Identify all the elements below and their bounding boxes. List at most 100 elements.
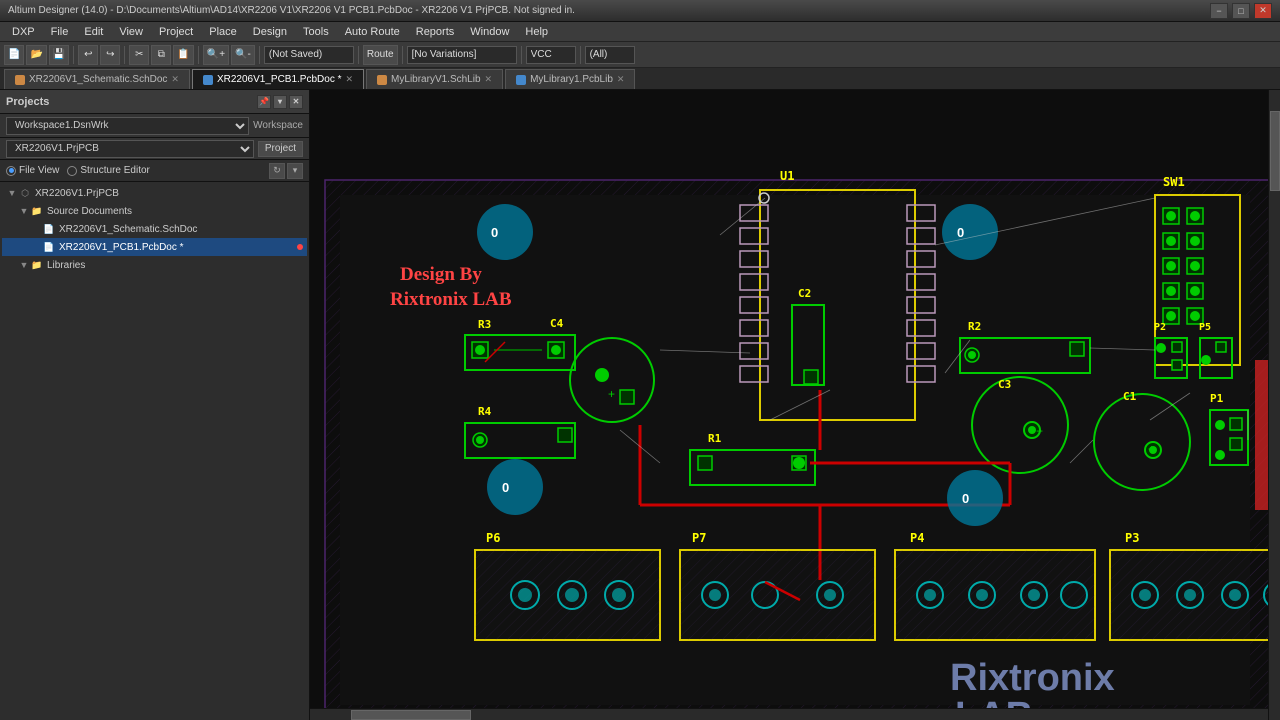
project-dropdown[interactable]: XR2206V1.PrjPCB bbox=[6, 140, 254, 158]
menu-view[interactable]: View bbox=[111, 25, 151, 39]
tabbar: XR2206V1_Schematic.SchDoc ✕ XR2206V1_PCB… bbox=[0, 68, 1280, 90]
toolbar-paste[interactable]: 📋 bbox=[173, 45, 193, 65]
canvas-inner: U1 bbox=[310, 90, 1268, 708]
variations-input[interactable] bbox=[407, 46, 517, 64]
menu-help[interactable]: Help bbox=[517, 25, 556, 39]
saved-status-input[interactable] bbox=[264, 46, 354, 64]
workspace-selector: Workspace1.DsnWrk Workspace bbox=[0, 114, 309, 138]
modified-indicator bbox=[297, 244, 303, 250]
toolbar-sep3 bbox=[198, 46, 199, 64]
panel-close-button[interactable]: ✕ bbox=[289, 95, 303, 109]
tab-label-schematic: XR2206V1_Schematic.SchDoc bbox=[29, 74, 167, 85]
all-filter-input[interactable] bbox=[585, 46, 635, 64]
workspace-dropdown[interactable]: Workspace1.DsnWrk bbox=[6, 117, 249, 135]
close-button[interactable]: ✕ bbox=[1254, 3, 1272, 19]
svg-text:+: + bbox=[1148, 442, 1155, 456]
toolbar: 📄 📂 💾 ↩ ↪ ✂ ⧉ 📋 🔍+ 🔍- Route bbox=[0, 42, 1280, 68]
panel-settings-button[interactable]: ▾ bbox=[273, 95, 287, 109]
menu-project[interactable]: Project bbox=[151, 25, 201, 39]
tree-expand-libs: ▼ bbox=[18, 260, 30, 270]
toolbar-save[interactable]: 💾 bbox=[49, 45, 69, 65]
menu-autoroute[interactable]: Auto Route bbox=[337, 25, 408, 39]
refresh-icon[interactable]: ↻ bbox=[269, 163, 285, 179]
svg-text:SW1: SW1 bbox=[1163, 175, 1185, 189]
svg-text:P2: P2 bbox=[1154, 322, 1166, 333]
menu-reports[interactable]: Reports bbox=[408, 25, 463, 39]
bottom-scrollbar[interactable] bbox=[310, 708, 1268, 720]
maximize-button[interactable]: □ bbox=[1232, 3, 1250, 19]
folder-icon-libraries: 📁 bbox=[30, 259, 44, 271]
panel-pin-button[interactable]: 📌 bbox=[257, 95, 271, 109]
right-scrollbar[interactable] bbox=[1268, 90, 1280, 720]
toolbar-new[interactable]: 📄 bbox=[4, 45, 24, 65]
menu-design[interactable]: Design bbox=[245, 25, 295, 39]
tree-item-schematic[interactable]: 📄 XR2206V1_Schematic.SchDoc bbox=[2, 220, 307, 238]
structure-editor-radio-dot bbox=[67, 166, 77, 176]
tab-schlib[interactable]: MyLibraryV1.SchLib ✕ bbox=[366, 69, 503, 89]
svg-text:0: 0 bbox=[491, 225, 498, 240]
projects-panel: Projects 📌 ▾ ✕ Workspace1.DsnWrk Workspa… bbox=[0, 90, 310, 720]
menubar: DXP File Edit View Project Place Design … bbox=[0, 22, 1280, 42]
tree-label-project: XR2206V1.PrjPCB bbox=[35, 188, 119, 199]
tree-item-project[interactable]: ▼ ⬡ XR2206V1.PrjPCB bbox=[2, 184, 307, 202]
menu-tools[interactable]: Tools bbox=[295, 25, 337, 39]
tree-label-source: Source Documents bbox=[47, 206, 132, 217]
panel-header: Projects 📌 ▾ ✕ bbox=[0, 90, 309, 114]
view-mode-bar: File View Structure Editor ↻ ▾ bbox=[0, 160, 309, 182]
toolbar-undo[interactable]: ↩ bbox=[78, 45, 98, 65]
menu-dxp[interactable]: DXP bbox=[4, 25, 43, 39]
project-icon: ⬡ bbox=[18, 187, 32, 199]
toolbar-redo[interactable]: ↪ bbox=[100, 45, 120, 65]
toolbar-open[interactable]: 📂 bbox=[26, 45, 46, 65]
svg-text:P7: P7 bbox=[692, 531, 706, 545]
tab-schematic[interactable]: XR2206V1_Schematic.SchDoc ✕ bbox=[4, 69, 190, 89]
project-tree: ▼ ⬡ XR2206V1.PrjPCB ▼ 📁 Source Documents… bbox=[0, 182, 309, 720]
tree-item-libraries[interactable]: ▼ 📁 Libraries bbox=[2, 256, 307, 274]
toolbar-sep1 bbox=[73, 46, 74, 64]
tree-item-source-docs[interactable]: ▼ 📁 Source Documents bbox=[2, 202, 307, 220]
tab-label-pcblib: MyLibrary1.PcbLib bbox=[530, 74, 613, 85]
schematic-file-icon: 📄 bbox=[42, 223, 56, 235]
tab-pcblib[interactable]: MyLibrary1.PcbLib ✕ bbox=[505, 69, 635, 89]
pcb-canvas[interactable]: U1 bbox=[310, 90, 1280, 720]
svg-text:LAB: LAB bbox=[955, 695, 1033, 708]
file-view-radio[interactable]: File View bbox=[6, 165, 59, 176]
tree-expand-project: ▼ bbox=[6, 188, 18, 198]
menu-file[interactable]: File bbox=[43, 25, 77, 39]
pcb-svg: U1 bbox=[310, 90, 1268, 708]
main-area: Projects 📌 ▾ ✕ Workspace1.DsnWrk Workspa… bbox=[0, 90, 1280, 720]
right-scroll-thumb[interactable] bbox=[1270, 111, 1280, 191]
menu-place[interactable]: Place bbox=[201, 25, 245, 39]
svg-text:R3: R3 bbox=[478, 318, 491, 331]
title-text: Altium Designer (14.0) - D:\Documents\Al… bbox=[8, 5, 1210, 16]
toolbar-zoom-out[interactable]: 🔍- bbox=[231, 45, 255, 65]
toolbar-sep7 bbox=[521, 46, 522, 64]
svg-text:C4: C4 bbox=[550, 317, 564, 330]
toolbar-route[interactable]: Route bbox=[363, 45, 398, 65]
tab-label-schlib: MyLibraryV1.SchLib bbox=[391, 74, 480, 85]
toolbar-zoom-in[interactable]: 🔍+ bbox=[203, 45, 229, 65]
menu-edit[interactable]: Edit bbox=[76, 25, 111, 39]
toolbar-sep5 bbox=[358, 46, 359, 64]
vcc-net-input[interactable] bbox=[526, 46, 576, 64]
menu-window[interactable]: Window bbox=[462, 25, 517, 39]
file-view-label: File View bbox=[19, 165, 59, 176]
tab-close-schematic[interactable]: ✕ bbox=[171, 74, 179, 85]
tab-pcb[interactable]: XR2206V1_PCB1.PcbDoc * ✕ bbox=[192, 69, 364, 89]
project-button[interactable]: Project bbox=[258, 141, 303, 157]
toolbar-copy[interactable]: ⧉ bbox=[151, 45, 171, 65]
tree-expand-source: ▼ bbox=[18, 206, 30, 216]
svg-text:P6: P6 bbox=[486, 531, 500, 545]
file-view-radio-dot bbox=[6, 166, 16, 176]
tab-close-pcblib[interactable]: ✕ bbox=[617, 74, 625, 85]
tree-label-schematic: XR2206V1_Schematic.SchDoc bbox=[59, 224, 197, 235]
minimize-button[interactable]: − bbox=[1210, 3, 1228, 19]
tab-close-schlib[interactable]: ✕ bbox=[485, 74, 493, 85]
structure-editor-radio[interactable]: Structure Editor bbox=[67, 165, 149, 176]
tab-close-pcb[interactable]: ✕ bbox=[346, 74, 354, 85]
toolbar-cut[interactable]: ✂ bbox=[129, 45, 149, 65]
tree-item-pcb[interactable]: 📄 XR2206V1_PCB1.PcbDoc * bbox=[2, 238, 307, 256]
bottom-scroll-thumb[interactable] bbox=[351, 710, 471, 720]
config-icon[interactable]: ▾ bbox=[287, 163, 303, 179]
svg-text:P3: P3 bbox=[1125, 531, 1139, 545]
